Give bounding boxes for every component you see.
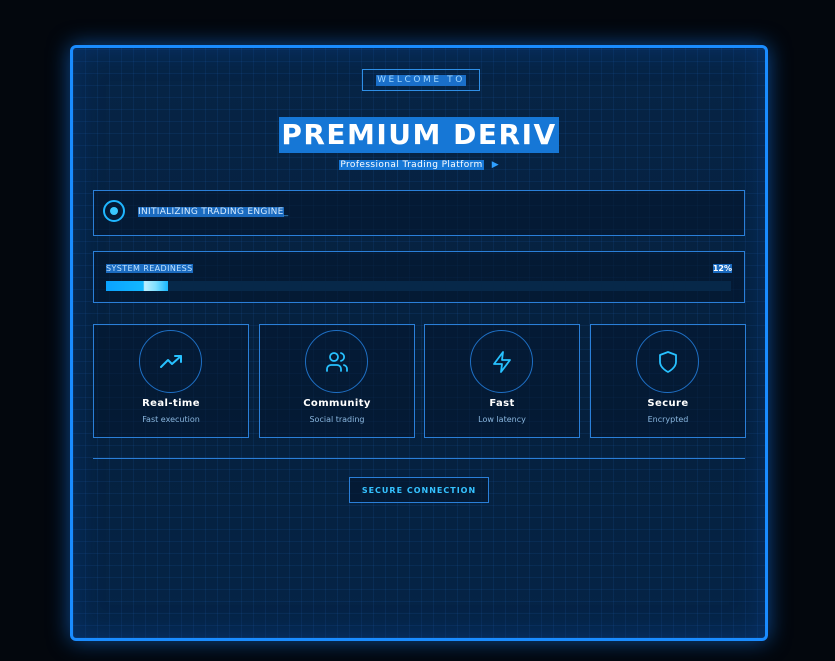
subtitle-row: Professional Trading Platform ▶: [73, 160, 765, 170]
feature-title: Fast: [489, 398, 515, 409]
page-title: PREMIUM DERIV: [279, 117, 559, 153]
status-text: INITIALIZING TRADING ENGINE: [138, 207, 284, 217]
feature-card-realtime: Real-time Fast execution: [93, 324, 249, 438]
feature-card-fast: Fast Low latency: [424, 324, 580, 438]
divider: [93, 458, 745, 459]
page-title-wrap: PREMIUM DERIV: [73, 117, 765, 153]
loading-panel: WELCOME TO PREMIUM DERIV Professional Tr…: [70, 45, 768, 641]
users-icon: [305, 330, 368, 393]
readiness-box: SYSTEM READINESS 12%: [93, 251, 745, 303]
progress-bar: [106, 281, 731, 291]
loading-ring-icon: [103, 200, 125, 222]
progress-bar-fill: [106, 281, 168, 291]
secure-connection-button[interactable]: SECURE CONNECTION: [349, 477, 489, 503]
play-arrow-icon: ▶: [491, 160, 499, 170]
feature-subtitle: Encrypted: [647, 415, 689, 424]
feature-card-secure: Secure Encrypted: [590, 324, 746, 438]
trending-up-icon: [139, 330, 202, 393]
lightning-icon: [470, 330, 533, 393]
welcome-badge: WELCOME TO: [362, 69, 480, 91]
feature-subtitle: Social trading: [309, 415, 365, 424]
readiness-label: SYSTEM READINESS: [106, 264, 193, 273]
feature-title: Community: [303, 398, 371, 409]
feature-subtitle: Fast execution: [142, 415, 200, 424]
readiness-percent: 12%: [712, 264, 732, 273]
subtitle: Professional Trading Platform: [339, 160, 484, 170]
feature-title: Real-time: [142, 398, 200, 409]
status-box: INITIALIZING TRADING ENGINE_: [93, 190, 745, 236]
status-text-row: INITIALIZING TRADING ENGINE_: [138, 207, 288, 217]
feature-card-community: Community Social trading: [259, 324, 415, 438]
feature-subtitle: Low latency: [478, 415, 526, 424]
blinking-cursor: _: [283, 207, 289, 217]
shield-icon: [636, 330, 699, 393]
feature-title: Secure: [647, 398, 689, 409]
feature-cards: Real-time Fast execution Community Socia…: [93, 324, 746, 438]
welcome-text: WELCOME TO: [376, 74, 466, 86]
